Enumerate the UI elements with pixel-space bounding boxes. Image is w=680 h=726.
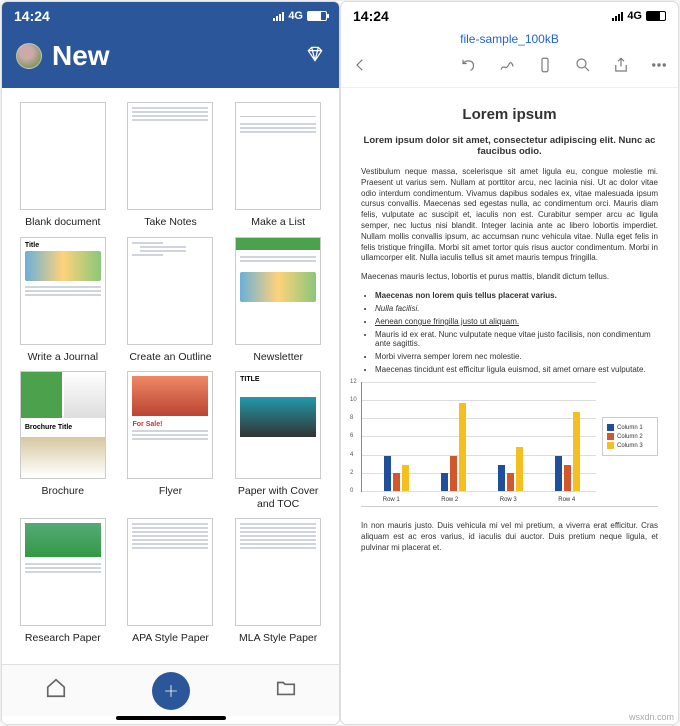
status-bar: 14:24 4G [2, 2, 339, 30]
undo-icon[interactable] [460, 56, 478, 79]
share-icon[interactable] [612, 56, 630, 79]
template-apa-paper[interactable]: APA Style Paper [120, 518, 222, 645]
signal-icon [273, 12, 284, 21]
draw-icon[interactable] [498, 56, 516, 79]
template-write-a-journal[interactable]: Title Write a Journal [12, 237, 114, 364]
network-label: 4G [627, 10, 642, 22]
document-filename[interactable]: file-sample_100kB [341, 30, 678, 52]
network-label: 4G [288, 10, 303, 22]
home-icon[interactable] [45, 677, 67, 704]
viewer-toolbar [341, 52, 678, 88]
template-mla-paper[interactable]: MLA Style Paper [227, 518, 329, 645]
template-research-paper[interactable]: Research Paper [12, 518, 114, 645]
folder-icon[interactable] [275, 677, 297, 704]
template-make-a-list[interactable]: Make a List [227, 102, 329, 229]
template-create-an-outline[interactable]: Create an Outline [120, 237, 222, 364]
doc-title: Lorem ipsum [361, 106, 658, 123]
template-grid: Blank document Take Notes Make a List Ti… [2, 88, 339, 664]
document-viewer-screen: 14:24 4G file-sample_100kB Lorem ipsum L… [340, 1, 679, 725]
doc-paragraph: In non mauris justo. Duis vehicula mi ve… [361, 521, 658, 553]
template-newsletter[interactable]: Newsletter [227, 237, 329, 364]
page-title: New [52, 40, 295, 72]
bottom-tab-bar [2, 664, 339, 716]
mobile-view-icon[interactable] [536, 56, 554, 79]
status-time: 14:24 [14, 8, 50, 24]
signal-icon [612, 12, 623, 21]
new-button[interactable] [152, 672, 190, 710]
chart-legend: Column 1Column 2Column 3 [602, 417, 658, 456]
more-icon[interactable] [650, 56, 668, 79]
header: New [2, 30, 339, 88]
search-icon[interactable] [574, 56, 592, 79]
divider [361, 506, 658, 507]
doc-paragraph: Vestibulum neque massa, scelerisque sit … [361, 167, 658, 264]
battery-icon [307, 11, 327, 21]
document-body: Lorem ipsum Lorem ipsum dolor sit amet, … [341, 88, 678, 724]
template-blank-document[interactable]: Blank document [12, 102, 114, 229]
avatar[interactable] [16, 43, 42, 69]
template-gallery-screen: 14:24 4G New Blank document [1, 1, 340, 725]
home-indicator [116, 716, 226, 720]
watermark: wsxdn.com [629, 712, 674, 722]
embedded-chart: Row 1Row 2Row 3Row 4 024681012 Column 1C… [361, 382, 658, 492]
template-paper-cover-toc[interactable]: TITLE Paper with Cover and TOC [227, 371, 329, 510]
status-time: 14:24 [353, 8, 389, 24]
doc-subtitle: Lorem ipsum dolor sit amet, consectetur … [361, 135, 658, 157]
premium-icon[interactable] [305, 44, 325, 69]
template-brochure[interactable]: Brochure Title Brochure [12, 371, 114, 510]
template-flyer[interactable]: For Sale! Flyer [120, 371, 222, 510]
battery-icon [646, 11, 666, 21]
status-bar: 14:24 4G [341, 2, 678, 30]
template-take-notes[interactable]: Take Notes [120, 102, 222, 229]
doc-bullet-list: Maecenas non lorem quis tellus placerat … [375, 291, 658, 374]
doc-paragraph: Maecenas mauris lectus, lobortis et puru… [361, 272, 658, 283]
back-icon[interactable] [351, 56, 369, 79]
